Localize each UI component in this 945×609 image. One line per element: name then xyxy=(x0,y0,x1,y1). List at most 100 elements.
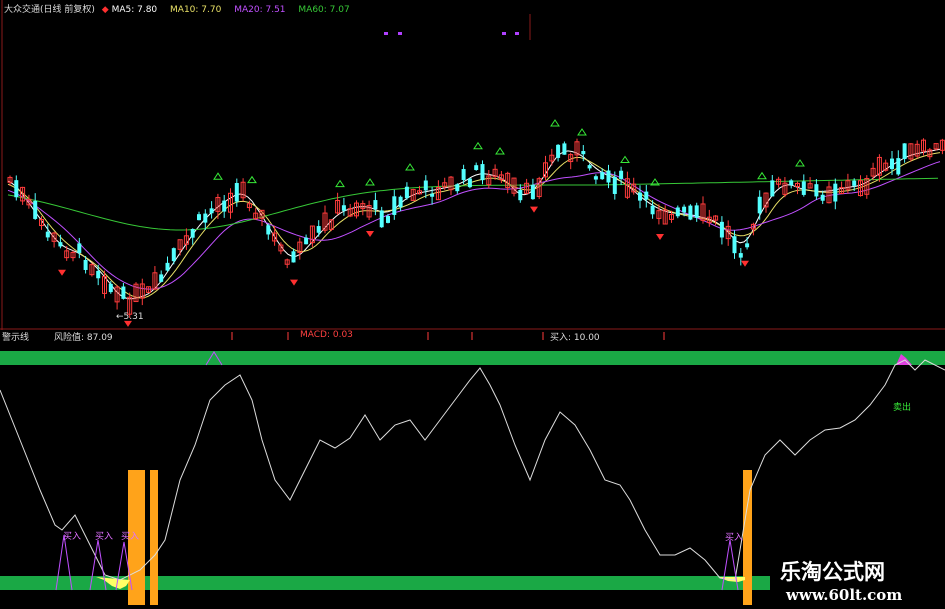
candle-body xyxy=(96,270,101,279)
price-pane[interactable]: 大众交通(日线 前复权) ◆ MA5: 7.80 MA10: 7.70 MA20… xyxy=(0,0,945,330)
red-diamond-icon: ◆ xyxy=(101,5,109,15)
ma20-label: MA20: 7.51 xyxy=(234,5,286,15)
candle-body xyxy=(852,180,857,186)
candle-body xyxy=(77,243,82,253)
candle-body xyxy=(316,226,321,233)
candle-body xyxy=(814,184,819,197)
candle-body xyxy=(222,200,227,212)
candle-body xyxy=(386,215,390,223)
candle-body xyxy=(430,193,435,197)
candle-body xyxy=(518,189,523,201)
buy-arrow-icon xyxy=(335,179,345,188)
low-price-marker: ←5.31 xyxy=(116,312,144,322)
chart-legend: 大众交通(日线 前复权) ◆ MA5: 7.80 MA10: 7.70 MA20… xyxy=(4,2,350,15)
signal-dots xyxy=(384,32,519,35)
buy-annotation: 买入 xyxy=(121,532,140,542)
ma10-label: MA10: 7.70 xyxy=(170,5,222,15)
candle-body xyxy=(612,176,617,194)
candle-body xyxy=(45,231,50,238)
indicator-legend: 警示线 xyxy=(2,330,29,343)
candle-body xyxy=(732,236,737,254)
ma60-label: MA60: 7.07 xyxy=(298,5,350,15)
buy-arrow-icon xyxy=(495,147,505,155)
buy-signal-bar xyxy=(150,470,158,605)
watermark-title: 乐淘公式网 xyxy=(780,560,885,584)
candle-body xyxy=(820,194,825,201)
candle-body xyxy=(203,213,208,223)
candle-body xyxy=(209,208,214,214)
buy-annotation: 买入 xyxy=(63,532,82,542)
candle-body xyxy=(83,259,88,270)
buy-arrow-icon xyxy=(473,141,483,150)
buy-arrow-icon xyxy=(405,163,415,171)
candle-body xyxy=(644,191,649,200)
candle-body xyxy=(461,169,466,180)
candle-body xyxy=(480,164,485,181)
buy-arrow-icon xyxy=(795,159,805,167)
candle-body xyxy=(757,196,762,214)
candle-body xyxy=(890,158,894,170)
candle-body xyxy=(467,178,472,188)
buy-arrow-icon xyxy=(247,175,257,184)
watermark: 乐淘公式网 www.60lt.com xyxy=(770,556,945,609)
candle-body xyxy=(896,158,901,175)
ma10-line xyxy=(7,152,941,299)
candle-body xyxy=(404,186,409,199)
candle-body xyxy=(770,180,775,197)
candle-body xyxy=(291,251,296,263)
candle-body xyxy=(587,165,592,169)
candle-body xyxy=(379,210,384,228)
ma5-label: MA5: 7.80 xyxy=(111,5,158,15)
candle-body xyxy=(682,206,687,213)
buy-signal-bar xyxy=(743,470,752,605)
candle-body xyxy=(266,225,271,235)
candle-body xyxy=(304,237,309,245)
top-green-band xyxy=(0,351,945,365)
buy-arrow-icon xyxy=(577,128,587,136)
candle-body xyxy=(600,172,605,180)
candle-body xyxy=(171,248,176,262)
candle-body xyxy=(619,170,624,179)
buy-annotation: 买入 xyxy=(725,533,744,543)
buy-arrow-icon xyxy=(620,155,630,163)
sell-arrow-icon xyxy=(290,279,298,286)
candle-body xyxy=(688,205,693,220)
indicator-pane[interactable]: 警示线 风险值: 87.09 MACD: 0.03 买入: 10.00 买入 买… xyxy=(0,330,945,609)
price-chart[interactable] xyxy=(0,0,945,330)
candle-body xyxy=(108,283,113,293)
buy-arrow-icon xyxy=(757,171,767,180)
candle-body xyxy=(833,183,838,202)
risk-value-label: 风险值: 87.09 xyxy=(54,333,113,343)
candle-body xyxy=(638,192,642,201)
sell-arrow-icon xyxy=(366,231,374,237)
candle-body xyxy=(14,180,19,198)
candle-body xyxy=(398,196,403,208)
candle-body xyxy=(373,200,378,210)
candle-body xyxy=(801,181,806,195)
sell-arrow-icon xyxy=(58,269,66,276)
candle-body xyxy=(675,207,680,217)
sell-annotation: 卖出 xyxy=(893,403,912,413)
buy-value-label: 买入: 10.00 xyxy=(550,333,600,343)
candle-body xyxy=(197,214,201,221)
candle-body xyxy=(789,180,794,186)
candle-body xyxy=(159,274,164,282)
candle-body xyxy=(556,144,561,158)
candle-body xyxy=(58,242,63,247)
watermark-url: www.60lt.com xyxy=(786,586,903,604)
candle-body xyxy=(902,143,907,160)
candle-body xyxy=(190,228,195,238)
candle-body xyxy=(694,205,699,218)
candle-body xyxy=(581,151,586,155)
sell-arrow-icon xyxy=(741,260,749,267)
candle-body xyxy=(455,184,460,192)
indicator-name[interactable]: 警示线 xyxy=(2,333,29,343)
candle-body xyxy=(33,200,38,219)
ma60-line xyxy=(7,177,939,231)
candle-body xyxy=(593,176,598,180)
candle-body xyxy=(606,170,611,183)
ma5-line xyxy=(7,148,941,300)
candle-body xyxy=(423,180,428,191)
stock-title[interactable]: 大众交通(日线 前复权) xyxy=(4,5,95,15)
candle-body xyxy=(562,143,567,155)
